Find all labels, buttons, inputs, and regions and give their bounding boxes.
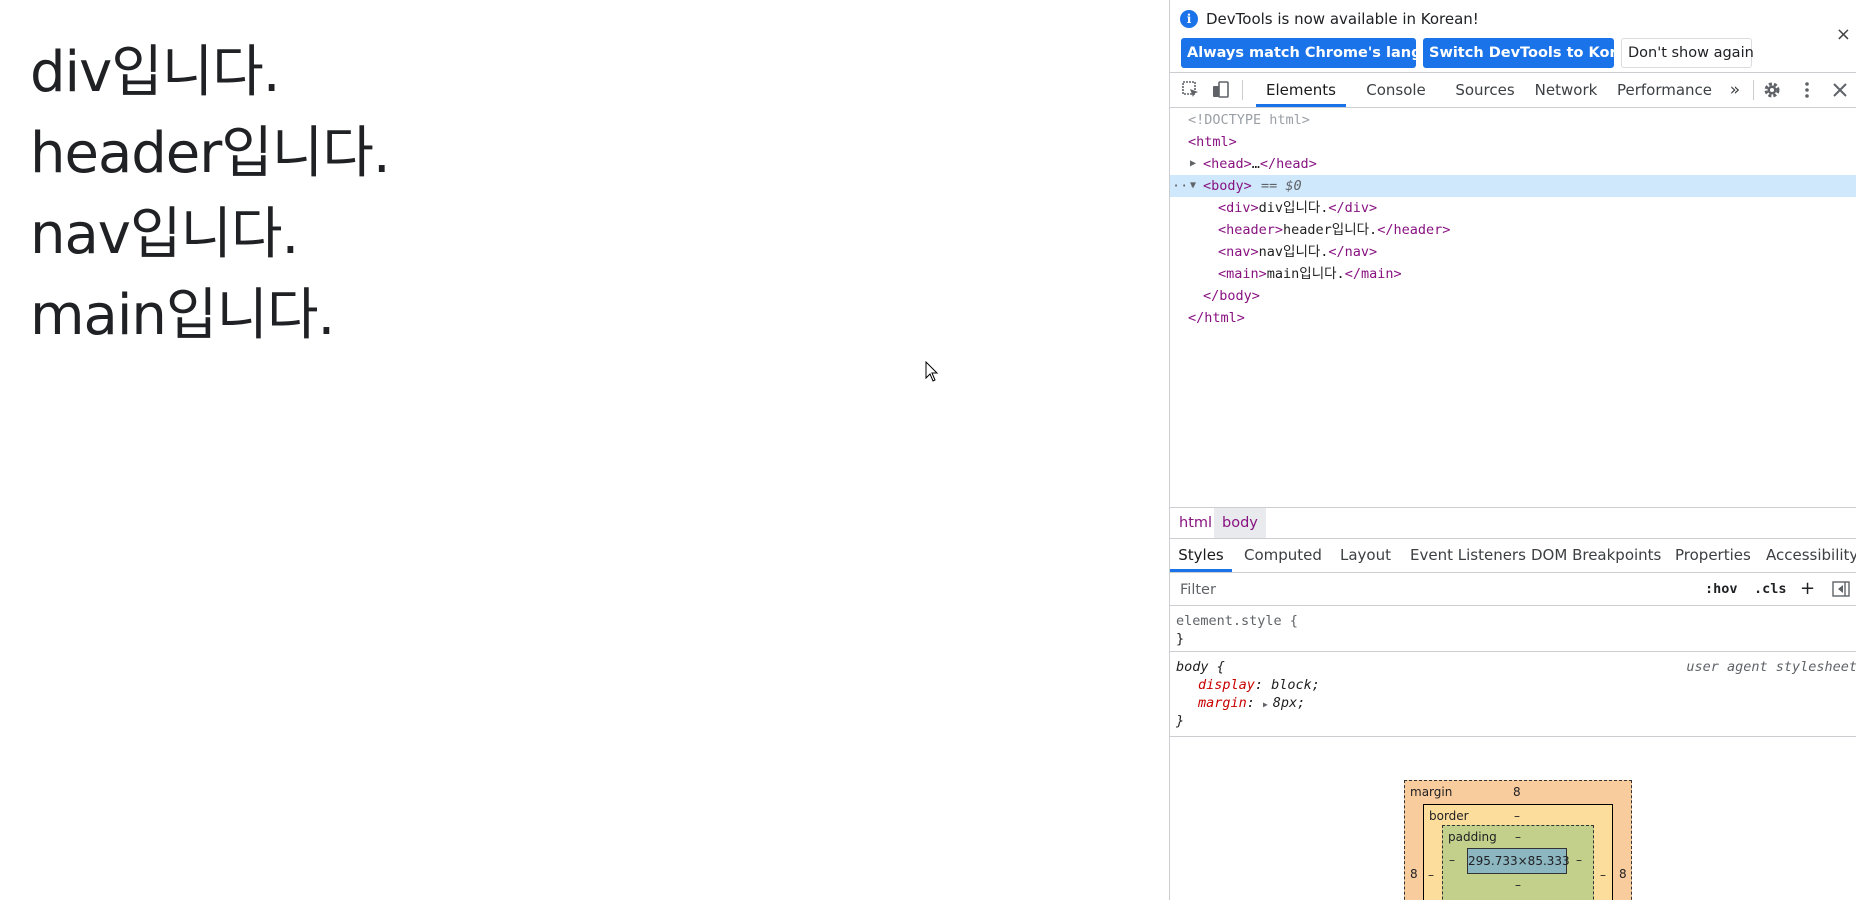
dom-node-body-close[interactable]: </body> xyxy=(1170,285,1856,307)
nav-text: nav입니다. xyxy=(30,202,299,267)
tab-performance[interactable]: Performance xyxy=(1607,73,1722,107)
hover-state-toggle[interactable]: :hov xyxy=(1705,573,1738,605)
styles-filter-bar: :hov .cls + xyxy=(1170,573,1856,606)
margin-top-value[interactable]: 8 xyxy=(1513,785,1521,799)
switch-to-korean-button[interactable]: Switch DevTools to Korean xyxy=(1423,38,1647,68)
collapse-triangle-icon[interactable]: ▼ xyxy=(1190,175,1196,197)
margin-left-value[interactable]: 8 xyxy=(1410,867,1418,881)
box-model-margin[interactable]: margin 8 8 8 border – – – padding – – – … xyxy=(1404,780,1632,900)
tab-accessibility[interactable]: Accessibility xyxy=(1766,538,1856,572)
box-model-padding[interactable]: padding – – – – 295.733×85.333 xyxy=(1442,825,1594,900)
dom-node-head[interactable]: ▶ <head>…</head> xyxy=(1170,153,1856,175)
tab-event-listeners[interactable]: Event Listeners xyxy=(1410,538,1526,572)
dom-row-nav: <nav>nav입니다.</nav> xyxy=(1218,244,1378,260)
padding-top-value[interactable]: – xyxy=(1515,830,1521,844)
head-node: <head>…</head> xyxy=(1203,156,1317,172)
dom-node-doctype[interactable]: <!DOCTYPE html> xyxy=(1170,109,1856,131)
margin-label: margin xyxy=(1410,785,1453,799)
more-tabs-button[interactable]: » xyxy=(1724,73,1746,107)
tab-styles[interactable]: Styles xyxy=(1170,538,1232,572)
border-left-value[interactable]: – xyxy=(1428,868,1434,882)
doctype-text: <!DOCTYPE html> xyxy=(1188,112,1310,128)
tab-dom-breakpoints[interactable]: DOM Breakpoints xyxy=(1531,538,1661,572)
box-model-border[interactable]: border – – – padding – – – – 295.733×85.… xyxy=(1423,804,1613,900)
tab-elements[interactable]: Elements xyxy=(1256,73,1346,107)
styles-pane-tabs: Styles Computed Layout Event Listeners D… xyxy=(1170,538,1856,573)
body-selector: body { xyxy=(1176,659,1225,675)
tab-computed[interactable]: Computed xyxy=(1244,538,1322,572)
dom-node-main[interactable]: <main>main입니다.</main> xyxy=(1170,263,1856,285)
always-match-language-button[interactable]: Always match Chrome's language xyxy=(1181,38,1462,68)
rule-close-brace: } xyxy=(1176,713,1185,729)
padding-bottom-value[interactable]: – xyxy=(1515,878,1521,892)
padding-label: padding xyxy=(1448,830,1497,844)
dom-node-html-close[interactable]: </html> xyxy=(1170,307,1856,329)
box-model-content-size[interactable]: 295.733×85.333 xyxy=(1467,848,1570,874)
border-right-value[interactable]: – xyxy=(1600,868,1606,882)
dom-node-div[interactable]: <div>div입니다.</div> xyxy=(1170,197,1856,219)
dont-show-again-button[interactable]: Don't show again xyxy=(1621,38,1754,68)
dom-row-header: <header>header입니다.</header> xyxy=(1218,222,1451,238)
padding-right-value[interactable]: – xyxy=(1576,853,1582,867)
dom-row-main: <main>main입니다.</main> xyxy=(1218,266,1402,282)
info-icon: i xyxy=(1180,10,1198,28)
close-devtools-icon[interactable] xyxy=(1829,79,1851,101)
element-style-selector: element.style { xyxy=(1176,613,1298,629)
tab-properties[interactable]: Properties xyxy=(1675,538,1751,572)
decl-margin[interactable]: margin: ▶ 8px; xyxy=(1198,694,1305,712)
devtools-panel: i DevTools is now available in Korean! A… xyxy=(1169,0,1856,900)
decl-display[interactable]: display: block; xyxy=(1198,676,1320,694)
dom-node-header[interactable]: <header>header입니다.</header> xyxy=(1170,219,1856,241)
stylesheet-origin[interactable]: user agent stylesheet xyxy=(1686,658,1856,676)
toolbar-separator xyxy=(1753,80,1754,100)
breadcrumb-body[interactable]: body xyxy=(1214,508,1266,538)
border-top-value[interactable]: – xyxy=(1514,809,1520,823)
close-infobar-icon[interactable]: × xyxy=(1836,24,1851,45)
tab-console[interactable]: Console xyxy=(1356,73,1436,107)
dom-node-body-selected[interactable]: ··· ▼ <body> == $0 xyxy=(1170,175,1856,197)
dom-row-div: <div>div입니다.</div> xyxy=(1218,200,1378,216)
device-toolbar-icon[interactable] xyxy=(1210,79,1232,101)
inspect-element-icon[interactable] xyxy=(1180,79,1202,101)
dom-node-nav[interactable]: <nav>nav입니다.</nav> xyxy=(1170,241,1856,263)
border-label: border xyxy=(1429,809,1469,823)
padding-left-value[interactable]: – xyxy=(1449,853,1455,867)
breadcrumb: html body xyxy=(1170,507,1856,539)
breadcrumb-html[interactable]: html xyxy=(1171,508,1220,538)
body-eq-ref: == $0 xyxy=(1261,178,1302,194)
html-open-tag: <html> xyxy=(1188,134,1237,150)
styles-filter-input[interactable] xyxy=(1178,577,1682,603)
toolbar-separator xyxy=(1242,80,1243,100)
header-text: header입니다. xyxy=(30,121,391,186)
body-close-tag: </body> xyxy=(1203,288,1260,304)
mouse-cursor-icon xyxy=(925,361,939,382)
toggle-sidebar-icon[interactable] xyxy=(1832,581,1850,597)
expand-triangle-icon[interactable]: ▶ xyxy=(1190,153,1196,175)
html-close-tag: </html> xyxy=(1188,310,1245,326)
infobar-message: DevTools is now available in Korean! xyxy=(1206,10,1479,28)
margin-right-value[interactable]: 8 xyxy=(1619,867,1627,881)
tab-layout[interactable]: Layout xyxy=(1340,538,1391,572)
dom-node-html[interactable]: <html> xyxy=(1170,131,1856,153)
settings-gear-icon[interactable] xyxy=(1761,79,1783,101)
body-open-tag: <body> xyxy=(1203,178,1252,194)
devtools-toolbar: Elements Console Sources Network Perform… xyxy=(1170,73,1856,108)
div-text: div입니다. xyxy=(30,40,281,105)
body-style-rule[interactable]: body { user agent stylesheet display: bl… xyxy=(1170,652,1856,737)
tab-sources[interactable]: Sources xyxy=(1445,73,1525,107)
tab-network[interactable]: Network xyxy=(1526,73,1606,107)
rule-close-brace: } xyxy=(1176,631,1185,647)
class-toggle[interactable]: .cls xyxy=(1754,573,1787,605)
page-viewport: div입니다. header입니다. nav입니다. main입니다. xyxy=(0,0,1169,900)
language-infobar: i DevTools is now available in Korean! A… xyxy=(1170,0,1856,73)
dom-tree: <!DOCTYPE html> <html> ▶ <head>…</head> … xyxy=(1170,108,1856,506)
main-text: main입니다. xyxy=(30,283,335,348)
more-options-kebab-icon[interactable] xyxy=(1796,79,1818,101)
element-style-rule[interactable]: element.style { } xyxy=(1170,606,1856,652)
new-style-rule-button[interactable]: + xyxy=(1800,573,1815,605)
